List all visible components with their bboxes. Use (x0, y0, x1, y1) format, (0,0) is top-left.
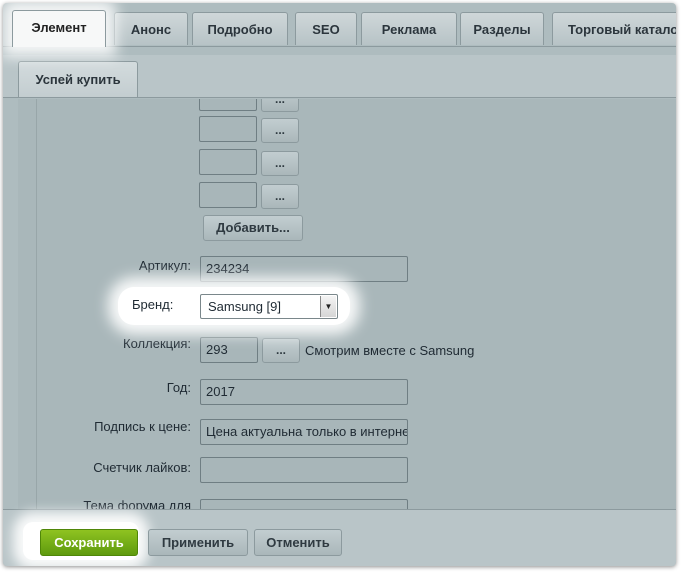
collection-label: Коллекция: (123, 336, 191, 351)
photo-input-0[interactable] (199, 99, 257, 111)
brand-selected-value: Samsung [9] (208, 299, 281, 314)
tab-details[interactable]: Подробно (192, 12, 288, 45)
likes-counter-label: Счетчик лайков: (93, 460, 191, 475)
chevron-down-icon[interactable]: ▼ (320, 296, 336, 317)
brand-label: Бренд: (132, 297, 174, 312)
photo-browse-button-1[interactable]: ... (261, 118, 299, 143)
year-label: Год: (166, 380, 191, 395)
tab-sections[interactable]: Разделы (460, 12, 544, 45)
subtab-hurry-buy[interactable]: Успей купить (18, 61, 138, 97)
photo-input-2[interactable] (199, 149, 257, 175)
apply-button[interactable]: Применить (148, 529, 248, 556)
collection-note: Смотрим вместе с Samsung (305, 343, 475, 358)
article-input[interactable]: 234234 (200, 256, 408, 282)
form-content: ... ... ... ... Добавить... Артикул: 234… (18, 99, 676, 509)
footer-actions: Сохранить Применить Отменить (3, 509, 676, 566)
tab-announce[interactable]: Анонс (114, 12, 188, 45)
tab-advertising[interactable]: Реклама (361, 12, 457, 45)
photo-browse-button-0[interactable]: ... (261, 99, 299, 112)
photo-browse-button-3[interactable]: ... (261, 184, 299, 209)
price-caption-label: Подпись к цене: (94, 419, 191, 434)
tab-element[interactable]: Элемент (12, 10, 106, 47)
add-photo-button[interactable]: Добавить... (203, 215, 303, 241)
element-edit-window: Элемент Анонс Подробно SEO Реклама Разде… (3, 3, 676, 566)
price-caption-input[interactable]: Цена актуальна только в интернет (200, 419, 408, 445)
photo-input-1[interactable] (199, 116, 257, 142)
content-divider (36, 99, 37, 509)
collection-browse-button[interactable]: ... (262, 338, 300, 363)
photo-browse-button-2[interactable]: ... (261, 151, 299, 176)
photo-input-3[interactable] (199, 182, 257, 208)
tab-bar: Элемент Анонс Подробно SEO Реклама Разде… (3, 3, 676, 55)
year-input[interactable]: 2017 (200, 379, 408, 405)
brand-select[interactable]: Samsung [9] ▼ (200, 294, 338, 319)
cancel-button[interactable]: Отменить (254, 529, 342, 556)
likes-counter-input[interactable] (200, 457, 408, 483)
article-label: Артикул: (138, 258, 191, 273)
tab-trade-catalog[interactable]: Торговый каталог (552, 12, 676, 45)
tab-seo[interactable]: SEO (295, 12, 357, 45)
forum-topic-input[interactable] (200, 499, 408, 509)
forum-topic-label: Тема форума для (83, 498, 191, 509)
collection-input[interactable]: 293 (200, 337, 258, 363)
save-button[interactable]: Сохранить (40, 529, 138, 556)
